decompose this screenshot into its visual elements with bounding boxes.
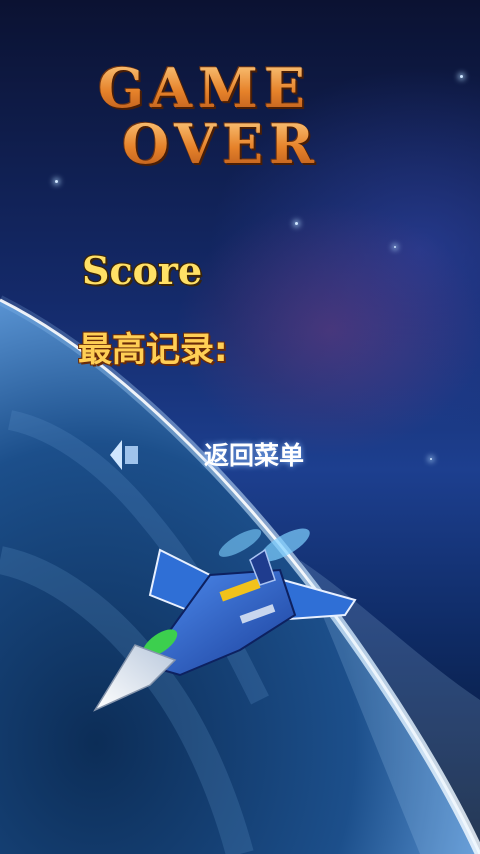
star — [55, 180, 58, 183]
game-over-title-line2: OVER — [122, 112, 321, 176]
game-over-title-line1: GAME — [98, 56, 311, 120]
star — [460, 75, 463, 78]
score-label: Score — [82, 248, 203, 293]
back-to-menu-button[interactable]: 返回菜单 — [204, 436, 304, 472]
left-arrow-icon[interactable] — [108, 437, 140, 473]
fighter-jet — [93, 528, 357, 712]
star — [295, 222, 298, 225]
star — [394, 246, 396, 248]
game-over-screen: GAME OVER Score 最高记录: 返回菜单 — [0, 0, 480, 854]
best-record-label: 最高记录: — [78, 330, 228, 370]
star — [430, 458, 432, 460]
